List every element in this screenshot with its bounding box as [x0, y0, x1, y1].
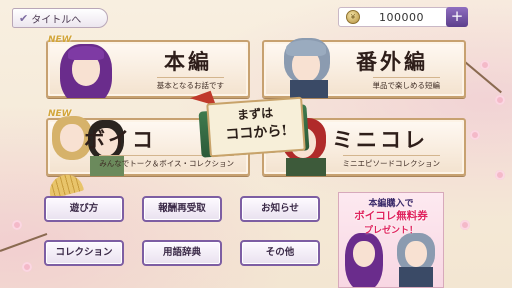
glossary-button[interactable]: 用語辞典	[142, 240, 222, 266]
start-here-banner[interactable]: まずは ココから!	[206, 96, 306, 158]
card-subtitle: 単品で楽しめる短編	[372, 77, 440, 91]
coin-icon: ¥	[346, 10, 360, 24]
bangaihen-card[interactable]: 番外編 単品で楽しめる短編	[262, 38, 466, 98]
new-badge: NEW	[48, 109, 72, 119]
promo-line-3: プレゼント！	[363, 226, 418, 236]
how-to-play-button[interactable]: 遊び方	[44, 196, 124, 222]
blossom-icon	[470, 130, 480, 140]
add-coins-button[interactable]: +	[446, 7, 468, 27]
character-portrait	[54, 40, 124, 98]
collection-button[interactable]: コレクション	[44, 240, 124, 266]
back-to-title-label: タイトルへ	[31, 14, 82, 26]
honpen-card[interactable]: 本編 基本となるお話です	[46, 40, 250, 98]
promo-banner[interactable]: 本編購入で ボイコレ無料券 プレゼント！	[338, 192, 444, 288]
character-portrait	[343, 233, 387, 287]
blossom-icon	[480, 60, 490, 70]
blossom-icon	[495, 95, 505, 105]
character-portrait	[395, 233, 439, 287]
other-button[interactable]: その他	[240, 240, 320, 266]
blossom-icon	[495, 170, 505, 180]
blossom-icon	[12, 220, 22, 230]
card-subtitle: ミニエピソードコレクション	[342, 155, 440, 169]
check-icon: ✔	[19, 11, 29, 25]
card-title: ボイコ	[84, 127, 156, 152]
card-subtitle: みんなでトーク＆ボイス・コレクション	[99, 155, 234, 169]
card-title: ミニコレ	[332, 127, 428, 152]
news-button[interactable]: お知らせ	[240, 196, 320, 222]
back-to-title-button[interactable]: ✔ タイトルへ	[12, 8, 108, 28]
new-badge: NEW	[48, 35, 72, 45]
card-subtitle: 基本となるお話です	[156, 77, 224, 91]
promo-line-2: ボイコレ無料券	[354, 210, 428, 222]
coin-value: 100000	[379, 10, 424, 24]
card-title: 本編	[164, 49, 212, 74]
blossom-icon	[460, 220, 470, 230]
character-portrait	[274, 32, 344, 98]
blossom-icon	[22, 262, 32, 272]
card-title: 番外編	[356, 49, 428, 74]
reward-reclaim-button[interactable]: 報酬再受取	[142, 196, 222, 222]
